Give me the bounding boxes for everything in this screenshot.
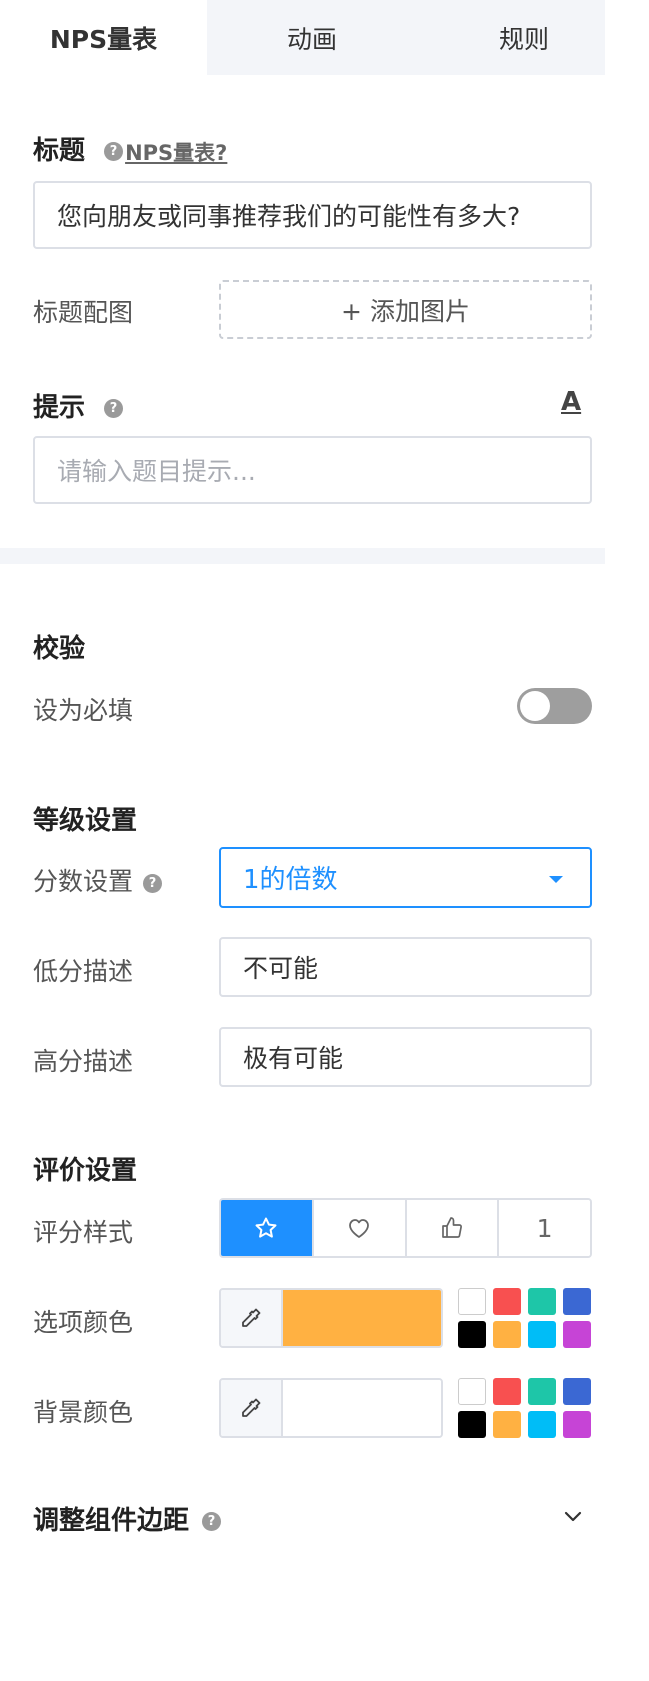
text-style-icon[interactable]: A (561, 387, 581, 417)
number-style-button[interactable]: 1 (497, 1200, 590, 1256)
option-color-label: 选项颜色 (33, 1308, 134, 1337)
level-settings-heading: 等级设置 (33, 806, 138, 836)
bg-color-swatch[interactable] (283, 1380, 441, 1436)
chevron-down-icon[interactable] (563, 1506, 583, 1526)
color-swatch-purple[interactable] (563, 1321, 591, 1348)
low-score-label: 低分描述 (33, 957, 134, 986)
option-color-swatch[interactable] (283, 1290, 441, 1346)
color-swatch-cyan[interactable] (528, 1411, 556, 1438)
toggle-knob (520, 691, 550, 721)
question-icon[interactable]: ? (202, 1512, 222, 1531)
score-select-value: 1的倍数 (243, 865, 338, 895)
title-input[interactable]: 您向朋友或同事推荐我们的可能性有多大? (33, 181, 592, 249)
star-style-button[interactable] (221, 1200, 312, 1256)
thumbs-up-icon (442, 1217, 462, 1238)
low-score-input[interactable]: 不可能 (219, 937, 592, 997)
question-icon[interactable]: ? (142, 873, 162, 893)
nps-help-link[interactable]: NPS量表? (125, 141, 227, 165)
margin-heading[interactable]: 调整组件边距 ? (33, 1500, 222, 1537)
hint-input[interactable]: 请输入题目提示... (33, 436, 592, 504)
eyedropper-icon (242, 1308, 261, 1327)
section-divider (0, 548, 605, 564)
color-swatch-orange[interactable] (493, 1321, 521, 1348)
title-heading: 标题 ? NPS量表? (33, 130, 227, 167)
option-color-picker (219, 1288, 443, 1348)
required-label: 设为必填 (33, 696, 134, 725)
required-toggle[interactable] (517, 688, 592, 724)
tab-nps[interactable]: NPS量表 (0, 0, 207, 75)
tab-rules[interactable]: 规则 (417, 0, 605, 75)
score-multiple-select[interactable]: 1的倍数 (219, 847, 592, 908)
bg-color-label: 背景颜色 (33, 1398, 134, 1427)
high-score-input[interactable]: 极有可能 (219, 1027, 592, 1087)
color-swatch-blue[interactable] (563, 1378, 591, 1405)
add-image-button[interactable]: + 添加图片 (219, 280, 592, 339)
color-swatch-white[interactable] (458, 1288, 486, 1315)
rating-settings-heading: 评价设置 (33, 1156, 138, 1186)
color-swatch-black[interactable] (458, 1411, 486, 1438)
question-icon[interactable]: ? (104, 142, 124, 161)
high-score-label: 高分描述 (33, 1047, 134, 1076)
eyedropper-icon (242, 1398, 261, 1417)
score-setting-text: 分数设置 (33, 867, 134, 896)
color-swatch-red[interactable] (493, 1288, 521, 1315)
color-swatch-red[interactable] (493, 1378, 521, 1405)
color-swatch-teal[interactable] (528, 1288, 556, 1315)
rating-style-label: 评分样式 (33, 1218, 134, 1247)
hint-heading: 提示 ? (33, 387, 124, 424)
eyedropper-button[interactable] (221, 1290, 283, 1346)
color-swatch-orange[interactable] (493, 1411, 521, 1438)
caret-down-icon (549, 876, 563, 883)
hint-heading-text: 提示 (33, 393, 86, 423)
bg-color-palette (458, 1378, 592, 1438)
title-image-label: 标题配图 (33, 298, 134, 327)
score-setting-label: 分数设置 ? (33, 862, 162, 898)
option-color-palette (458, 1288, 592, 1348)
bg-color-picker (219, 1378, 443, 1438)
rating-style-group: 1 (219, 1198, 592, 1258)
color-swatch-black[interactable] (458, 1321, 486, 1348)
color-swatch-white[interactable] (458, 1378, 486, 1405)
question-icon[interactable]: ? (104, 399, 124, 418)
color-swatch-cyan[interactable] (528, 1321, 556, 1348)
color-swatch-teal[interactable] (528, 1378, 556, 1405)
margin-heading-text: 调整组件边距 (33, 1506, 190, 1536)
color-swatch-purple[interactable] (563, 1411, 591, 1438)
tab-bar: NPS量表 动画 规则 (0, 0, 605, 75)
heart-icon (349, 1219, 370, 1238)
eyedropper-button[interactable] (221, 1380, 283, 1436)
tab-animation[interactable]: 动画 (207, 0, 417, 75)
star-icon (255, 1217, 277, 1238)
color-swatch-blue[interactable] (563, 1288, 591, 1315)
heart-style-button[interactable] (311, 1200, 405, 1256)
settings-panel: NPS量表 动画 规则 标题 ? NPS量表? 您向朋友或同事推荐我们的可能性有多… (0, 0, 605, 1681)
validation-heading: 校验 (33, 634, 86, 664)
thumbs-up-style-button[interactable] (404, 1200, 498, 1256)
title-heading-text: 标题 (33, 136, 86, 166)
